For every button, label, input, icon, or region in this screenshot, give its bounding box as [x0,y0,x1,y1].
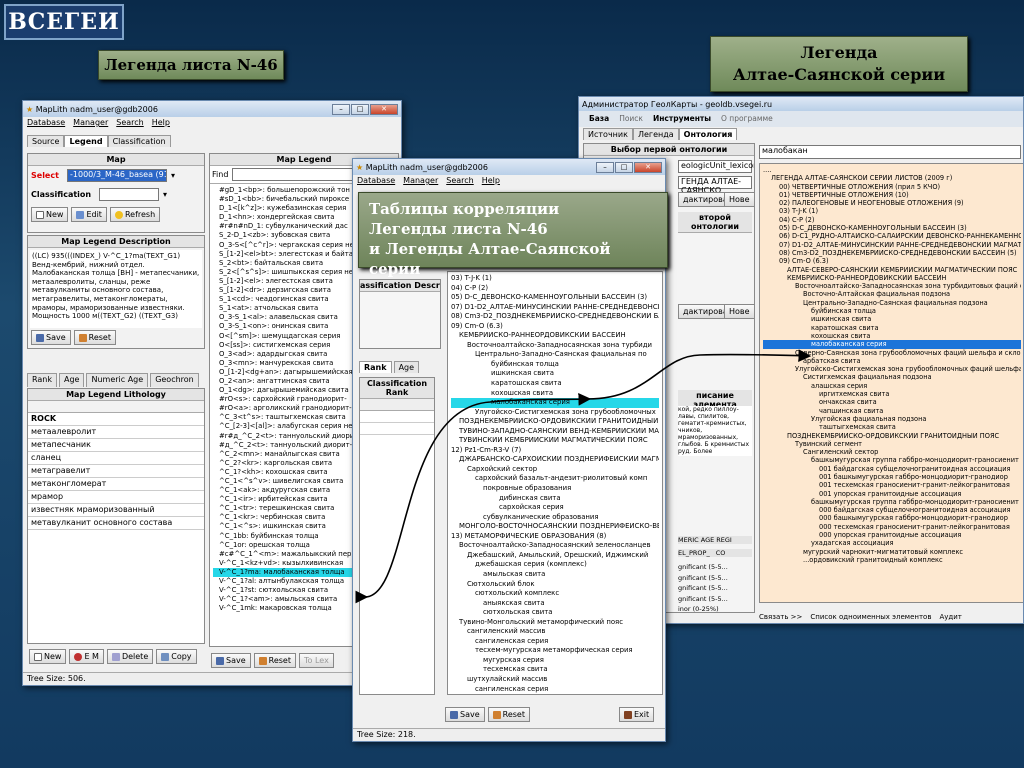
arrow-left-link [355,392,592,604]
correlation-arrows [355,349,812,604]
arrow-right-link [587,349,812,400]
